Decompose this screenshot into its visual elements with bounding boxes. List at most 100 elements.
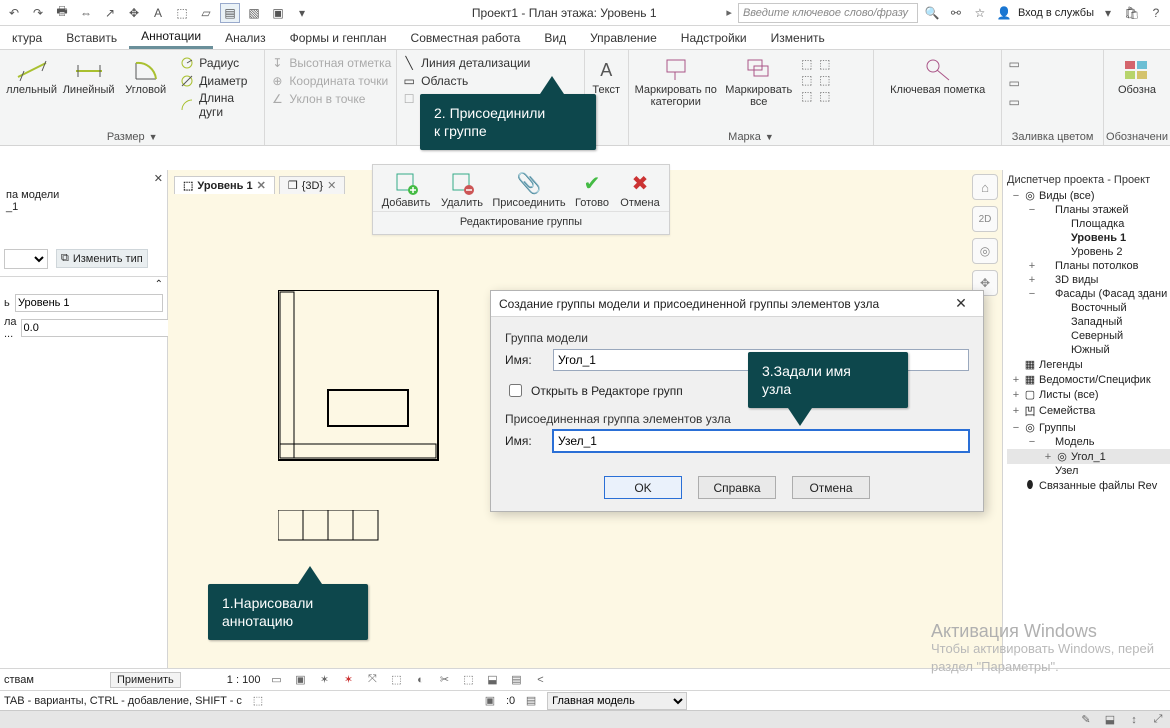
search-icon[interactable]: 🔍 <box>922 3 942 23</box>
steering-wheel-icon[interactable]: ◎ <box>972 238 998 264</box>
tab-level1[interactable]: ⬚ Уровень 1 ✕ <box>174 176 275 194</box>
group-attach-button[interactable]: 📎 Присоединить <box>491 169 567 209</box>
tree-item[interactable]: Южный <box>1007 343 1170 357</box>
vc-12-icon[interactable]: < <box>532 672 548 688</box>
toggle-icon[interactable]: + <box>1011 374 1021 386</box>
section-icon[interactable]: ▱ <box>196 3 216 23</box>
tree-item[interactable]: Восточный <box>1007 301 1170 315</box>
print-icon[interactable]: 🖶 <box>52 3 72 23</box>
vc-2-icon[interactable]: ▣ <box>292 672 308 688</box>
sb-3-icon[interactable]: ▤ <box>523 693 539 709</box>
vc-10-icon[interactable]: ⬓ <box>484 672 500 688</box>
menu-architecture[interactable]: ктура <box>0 28 54 48</box>
toggle-icon[interactable]: + <box>1011 405 1021 417</box>
sb-1-icon[interactable]: ⬚ <box>250 693 266 709</box>
login-dropdown-icon[interactable]: ▾ <box>1098 3 1118 23</box>
prop-level-input[interactable] <box>15 294 163 312</box>
chevron-down-icon[interactable]: ▼ <box>149 132 158 142</box>
toggle-icon[interactable]: + <box>1027 274 1037 286</box>
tree-item[interactable]: +Планы потолков <box>1007 259 1170 273</box>
align-icon[interactable]: ✥ <box>124 3 144 23</box>
toggle-icon[interactable]: − <box>1027 436 1037 448</box>
detail-group-name-input[interactable] <box>553 430 969 452</box>
tree-item[interactable]: −◎Виды (все) <box>1007 188 1170 203</box>
close-icon[interactable]: ✕ <box>257 179 266 192</box>
exchange-icon[interactable]: 🛍 <box>1122 3 1142 23</box>
menu-modify[interactable]: Изменить <box>759 28 837 48</box>
apply-button[interactable]: Применить <box>110 672 181 688</box>
tree-item[interactable]: Уровень 1 <box>1007 231 1170 245</box>
3d-icon[interactable]: ⬚ <box>172 3 192 23</box>
tree-item[interactable]: −Фасады (Фасад здани <box>1007 287 1170 301</box>
undo-icon[interactable]: ↶ <box>4 3 24 23</box>
menu-massing[interactable]: Формы и генплан <box>278 28 399 48</box>
tree-item[interactable]: Площадка <box>1007 217 1170 231</box>
open-in-editor-checkbox[interactable] <box>509 384 522 397</box>
menu-collaborate[interactable]: Совместная работа <box>399 28 533 48</box>
menu-view[interactable]: Вид <box>532 28 578 48</box>
search-input[interactable]: Введите ключевое слово/фразу <box>738 3 918 23</box>
thin-lines-icon[interactable]: ▤ <box>220 3 240 23</box>
menu-insert[interactable]: Вставить <box>54 28 129 48</box>
edit-type-button[interactable]: ⧉ Изменить тип <box>56 249 148 268</box>
toggle-icon[interactable]: + <box>1011 389 1021 401</box>
diameter-dim-button[interactable]: Диаметр <box>179 72 260 90</box>
mark-small-1-icon[interactable]: ⬚ <box>799 56 815 72</box>
vc-8-icon[interactable]: ✂ <box>436 672 452 688</box>
tab-3d[interactable]: ❒ {3D} ✕ <box>279 176 346 194</box>
measure-icon[interactable]: ⇔ <box>76 3 96 23</box>
menu-annotations[interactable]: Аннотации <box>129 26 213 49</box>
tree-item[interactable]: ⬮Связанные файлы Rev <box>1007 478 1170 493</box>
group-remove-button[interactable]: Удалить <box>435 169 489 209</box>
close-icon[interactable]: ✕ <box>154 172 163 185</box>
mark-small-2-icon[interactable]: ⬚ <box>799 72 815 88</box>
tree-item[interactable]: +3D виды <box>1007 273 1170 287</box>
menu-addins[interactable]: Надстройки <box>669 28 759 48</box>
aligned-dim-button[interactable]: ллельный <box>4 52 59 96</box>
browser-tree[interactable]: −◎Виды (все)−Планы этажейПлощадкаУровень… <box>1003 188 1170 493</box>
vc-7-icon[interactable]: ◐ <box>412 672 428 688</box>
user-icon[interactable]: 👤 <box>994 3 1014 23</box>
toggle-icon[interactable]: + <box>1027 260 1037 272</box>
ok-button[interactable]: OK <box>604 476 682 499</box>
tree-item[interactable]: Северный <box>1007 329 1170 343</box>
dialog-close-button[interactable]: ✕ <box>947 295 975 312</box>
fill-small-3-icon[interactable]: ▭ <box>1006 94 1022 110</box>
vc-3-icon[interactable]: ✶ <box>316 672 332 688</box>
help-button[interactable]: Справка <box>698 476 776 499</box>
2d-icon[interactable]: 2D <box>972 206 998 232</box>
fill-small-1-icon[interactable]: ▭ <box>1006 56 1022 72</box>
toggle-icon[interactable]: − <box>1027 288 1037 300</box>
sb-end-1-icon[interactable]: ✎ <box>1078 712 1094 728</box>
keynote-button[interactable]: Ключевая пометка <box>878 52 997 96</box>
detail-line-button[interactable]: ╲Линия детализации <box>401 54 530 72</box>
tree-item[interactable]: +▢Листы (все) <box>1007 387 1170 402</box>
legend-button[interactable]: Обозна <box>1108 52 1166 96</box>
switch-windows-icon[interactable]: ▣ <box>268 3 288 23</box>
tree-item[interactable]: Узел <box>1007 464 1170 478</box>
vc-1-icon[interactable]: ▭ <box>268 672 284 688</box>
menu-analyze[interactable]: Анализ <box>213 28 278 48</box>
login-link[interactable]: Вход в службы <box>1018 7 1094 19</box>
zoom-label[interactable]: 1 : 100 <box>227 674 261 686</box>
vc-5-icon[interactable]: ⤧ <box>364 672 380 688</box>
tree-item[interactable]: +▦Ведомости/Специфик <box>1007 372 1170 387</box>
linear-dim-button[interactable]: Линейный <box>61 52 116 96</box>
vc-6-icon[interactable]: ⬚ <box>388 672 404 688</box>
close-icon[interactable]: ✕ <box>327 179 336 192</box>
group-add-button[interactable]: Добавить <box>379 169 433 209</box>
radial-dim-button[interactable]: Радиус <box>179 54 260 72</box>
sb-end-4-icon[interactable]: ⤢ <box>1150 712 1166 728</box>
home-icon[interactable]: ⌂ <box>972 174 998 200</box>
fill-small-2-icon[interactable]: ▭ <box>1006 75 1022 91</box>
text-icon[interactable]: A <box>148 3 168 23</box>
sb-end-3-icon[interactable]: ↕ <box>1126 712 1142 728</box>
group-cancel-button[interactable]: ✖ Отмена <box>617 169 663 209</box>
mark-small-5-icon[interactable]: ⬚ <box>817 72 833 88</box>
help-icon[interactable]: ? <box>1146 3 1166 23</box>
tree-item[interactable]: +凹Семейства <box>1007 402 1170 420</box>
type-selector[interactable] <box>4 249 48 269</box>
region-button[interactable]: ▭Область <box>401 72 530 90</box>
dimension-icon[interactable]: ↗ <box>100 3 120 23</box>
tree-item[interactable]: Уровень 2 <box>1007 245 1170 259</box>
